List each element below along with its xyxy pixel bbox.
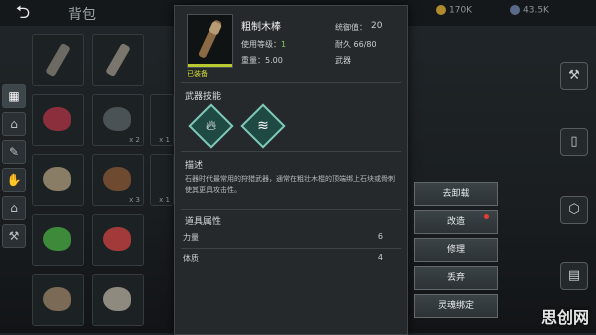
inventory-slot[interactable]: x 3	[92, 154, 144, 206]
discard-button[interactable]: 丢弃	[414, 266, 498, 290]
anvil-icon[interactable]: ⚒	[560, 62, 588, 90]
inventory-slot[interactable]: x 1	[150, 94, 174, 146]
club-icon	[198, 20, 222, 58]
description-title: 描述	[185, 161, 204, 171]
fire-skill[interactable]: 🔥︎	[188, 103, 234, 149]
divider	[181, 248, 401, 249]
divider	[181, 209, 401, 210]
tab-all[interactable]: ▦	[2, 84, 26, 108]
modify-button[interactable]: 改造	[414, 210, 498, 234]
durability-row: 耐久 66/80	[335, 40, 377, 49]
watermark: 思创网	[540, 308, 589, 327]
meat-icon	[103, 227, 131, 251]
fire-icon: 🔥︎	[205, 118, 217, 134]
divider	[181, 82, 401, 83]
divider	[181, 151, 401, 152]
currency-2: 43.5K	[510, 5, 549, 16]
tab-weapons[interactable]: ✎	[2, 140, 26, 164]
stat-row: 统御值：	[335, 23, 367, 32]
inventory-slot[interactable]	[92, 34, 144, 86]
crafting-icon[interactable]: ▤	[560, 262, 588, 290]
inventory-slot[interactable]	[92, 214, 144, 266]
notification-dot	[484, 214, 489, 219]
coin-icon	[436, 5, 446, 15]
attribute-row-constitution: 体质 4	[183, 253, 383, 263]
equipped-label: 已装备	[187, 70, 208, 78]
item-detail-panel: 已装备 粗制木棒 使用等级：1 重量：5.00 统御值： 20 耐久 66/80…	[174, 5, 408, 335]
stat-value: 20	[371, 21, 383, 31]
page-title: 背包	[68, 7, 96, 23]
inventory-slot[interactable]	[32, 94, 84, 146]
gem-icon	[510, 5, 520, 15]
equipped-bar	[188, 64, 232, 67]
weight-row: 重量：5.00	[241, 56, 283, 65]
item-type: 武器	[335, 56, 351, 65]
description-text: 石器时代最常用的狩猎武器，通常在粗壮木棍的顶端绑上石块或骨刺使其更具攻击性。	[185, 175, 395, 194]
inventory-slot[interactable]: x 2	[92, 94, 144, 146]
inventory-slot[interactable]: x 1	[150, 154, 174, 206]
skills-title: 武器技能	[185, 92, 222, 102]
berry-icon	[43, 107, 71, 131]
category-tabs: ▦ ⌂ ✎ ✋ ⌂ ⚒	[0, 78, 26, 273]
hide-icon	[43, 167, 71, 191]
inventory-slot[interactable]	[92, 274, 144, 326]
soul-bind-button[interactable]: 灵魂绑定	[414, 294, 498, 318]
wind-icon: ≋	[257, 118, 269, 134]
tab-crafting[interactable]: ⚒	[2, 224, 26, 248]
inventory-slot[interactable]	[32, 154, 84, 206]
attribute-row-strength: 力量 6	[183, 232, 383, 242]
item-name: 粗制木棒	[241, 22, 281, 33]
inventory-slot[interactable]	[32, 214, 84, 266]
phone-icon[interactable]: ▯	[560, 128, 588, 156]
tool-icon	[45, 42, 71, 78]
stone-icon	[103, 107, 131, 131]
tab-gloves[interactable]: ✋	[2, 168, 26, 192]
use-level-row: 使用等级：1	[241, 40, 287, 49]
tab-tools[interactable]: ⌂	[2, 112, 26, 136]
currency-1: 170K	[436, 5, 472, 16]
repair-button[interactable]: 修理	[414, 238, 498, 262]
inventory-slot[interactable]	[32, 34, 84, 86]
wind-skill[interactable]: ≋	[240, 103, 286, 149]
item-icon-frame	[187, 14, 233, 68]
resource-icon	[43, 287, 71, 311]
resource-icon	[103, 287, 131, 311]
badge-icon[interactable]: ⬡	[560, 196, 588, 224]
inventory-slot[interactable]	[32, 274, 84, 326]
wood-log-icon	[103, 167, 131, 191]
unequip-button[interactable]: 去卸载	[414, 182, 498, 206]
tab-building[interactable]: ⌂	[2, 196, 26, 220]
attributes-title: 道具属性	[185, 217, 222, 227]
herb-icon	[43, 227, 71, 251]
back-button[interactable]: ⮌	[6, 3, 40, 23]
tool-icon	[105, 42, 131, 78]
